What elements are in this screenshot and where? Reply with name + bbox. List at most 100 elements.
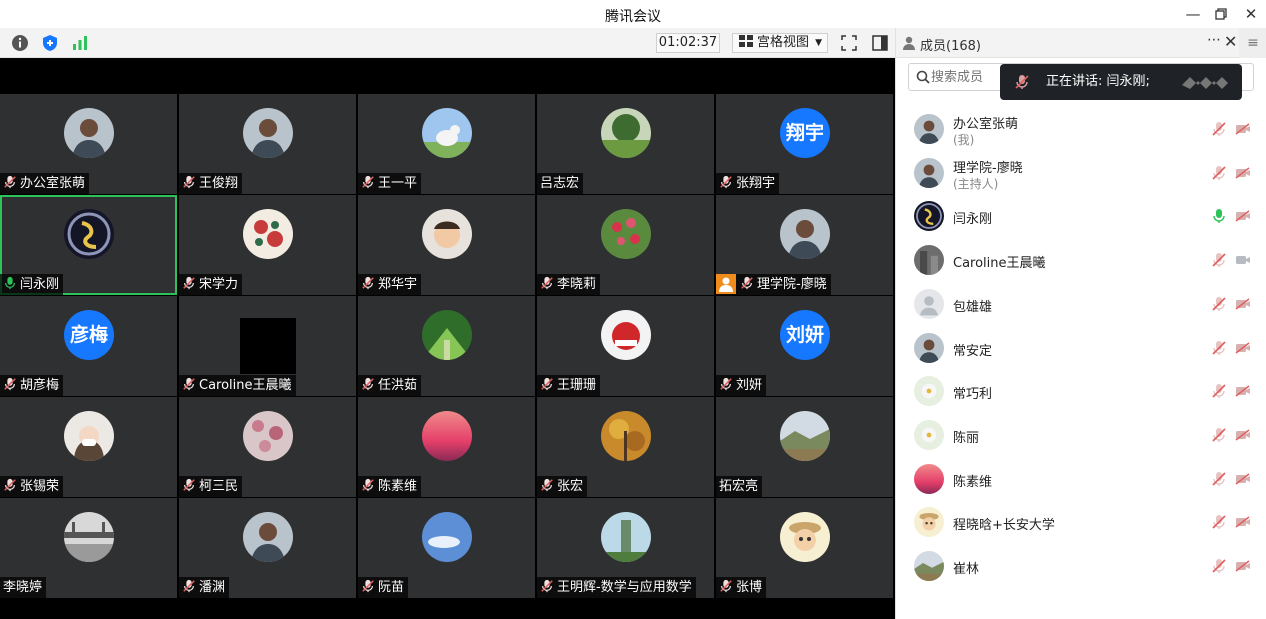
muted-mic-icon[interactable] (1211, 558, 1227, 574)
camera-off-icon[interactable] (1235, 210, 1251, 222)
participant-name-tag: 王明辉-数学与应用数学 (537, 577, 696, 598)
mic-on-icon[interactable] (1211, 208, 1227, 224)
camera-off-icon[interactable] (1235, 385, 1251, 397)
participant-tile[interactable]: 阮苗 (358, 498, 535, 598)
member-avatar (914, 201, 944, 232)
member-row[interactable]: 陈素维 (896, 457, 1266, 501)
mic-on-icon (3, 276, 17, 290)
participant-tile[interactable]: 彦梅 胡彦梅 (0, 296, 177, 396)
camera-icon[interactable] (1235, 254, 1251, 266)
info-icon[interactable] (11, 34, 29, 52)
muted-mic-icon[interactable] (1211, 121, 1227, 137)
muted-mic-icon[interactable] (1211, 471, 1227, 487)
avatar (601, 411, 651, 461)
participant-name: 胡彦梅 (20, 378, 60, 393)
participant-tile[interactable]: 理学院-廖晓 (716, 195, 893, 295)
participant-name-tag: 李晓婷 (0, 577, 47, 598)
grid-view-icon (739, 35, 753, 47)
participant-tile[interactable]: 李晓婷 (0, 498, 177, 598)
video-grid: ◀ ▶ 办公室张萌王俊翔王一平吕志宏翔宇张翔宇闫永刚宋学力郑华宇李晓莉理学院-廖… (0, 58, 895, 619)
member-row[interactable]: 常安定 (896, 326, 1266, 370)
fullscreen-icon[interactable] (840, 34, 858, 52)
participant-tile[interactable]: 郑华宇 (358, 195, 535, 295)
participant-tile[interactable]: 陈素维 (358, 397, 535, 497)
muted-mic-icon[interactable] (1211, 427, 1227, 443)
restore-icon[interactable] (1210, 4, 1232, 24)
member-row[interactable]: 常巧利 (896, 369, 1266, 413)
member-row[interactable]: 闫永刚 (896, 194, 1266, 238)
participant-tile[interactable]: 刘妍 刘妍 (716, 296, 893, 396)
participant-tile[interactable]: 张博 (716, 498, 893, 598)
avatar (243, 512, 293, 562)
participant-tile[interactable]: 任洪茹 (358, 296, 535, 396)
participant-name-tag: 胡彦梅 (0, 375, 64, 396)
member-name: 办公室张萌 (953, 117, 1019, 132)
participant-tile[interactable]: 办公室张萌 (0, 94, 177, 194)
participant-name-tag: 闫永刚 (0, 274, 64, 295)
participant-tile[interactable]: Caroline王晨曦 (179, 296, 356, 396)
camera-off-icon[interactable] (1235, 560, 1251, 572)
camera-off-icon[interactable] (1235, 341, 1251, 354)
participant-name-tag: 张翔宇 (716, 173, 780, 194)
muted-mic-icon (182, 478, 196, 492)
camera-off-icon[interactable] (1235, 298, 1251, 310)
minimize-icon[interactable]: — (1182, 4, 1204, 24)
muted-mic-icon (540, 377, 554, 391)
member-row[interactable]: 陈丽 (896, 413, 1266, 457)
camera-off-icon[interactable] (1235, 516, 1251, 528)
muted-mic-icon (540, 276, 554, 290)
muted-mic-icon (182, 579, 196, 593)
muted-mic-icon[interactable] (1211, 514, 1227, 530)
participant-tile[interactable]: 张宏 (537, 397, 714, 497)
participant-tile[interactable]: 柯三民 (179, 397, 356, 497)
camera-off-icon[interactable] (1235, 167, 1251, 179)
member-name: 陈丽 (953, 430, 980, 446)
camera-off-icon[interactable] (1235, 123, 1251, 135)
participant-tile[interactable]: 张锡荣 (0, 397, 177, 497)
camera-off-icon[interactable] (1235, 429, 1251, 441)
participant-tile[interactable]: 李晓莉 (537, 195, 714, 295)
member-row[interactable]: 包雄雄 (896, 282, 1266, 326)
member-avatar (914, 419, 944, 450)
participant-tile[interactable]: 拓宏亮 (716, 397, 893, 497)
participant-tile[interactable]: 王一平 (358, 94, 535, 194)
participant-name: 李晓婷 (3, 580, 43, 595)
member-avatar (914, 507, 944, 538)
member-row[interactable]: 崔林 (896, 544, 1266, 588)
member-row[interactable]: Caroline王晨曦 (896, 238, 1266, 282)
signal-icon[interactable] (71, 34, 89, 52)
camera-off-icon[interactable] (1235, 472, 1251, 485)
view-mode-label: 宫格视图 (757, 35, 810, 50)
participant-tile[interactable]: 王珊珊 (537, 296, 714, 396)
participant-tile[interactable]: 王俊翔 (179, 94, 356, 194)
avatar (422, 512, 472, 562)
close-icon[interactable]: ✕ (1240, 4, 1262, 24)
participant-tile[interactable]: 翔宇 张翔宇 (716, 94, 893, 194)
member-row[interactable]: 办公室张萌 (我) (896, 107, 1266, 151)
participant-tile[interactable]: 王明辉-数学与应用数学 (537, 498, 714, 598)
muted-mic-icon[interactable] (1211, 296, 1227, 312)
muted-mic-icon[interactable] (1211, 165, 1227, 181)
search-input[interactable] (931, 68, 1011, 86)
muted-mic-icon (3, 377, 17, 391)
meeting-timer: 01:02:37 (656, 33, 720, 53)
muted-mic-icon[interactable] (1211, 340, 1227, 356)
view-mode-dropdown[interactable]: 宫格视图 ▼ (732, 33, 828, 53)
muted-mic-icon[interactable] (1211, 383, 1227, 399)
shield-icon[interactable] (41, 34, 59, 52)
sidebar-toggle-icon[interactable] (871, 34, 889, 52)
participant-name-tag: 办公室张萌 (0, 173, 90, 194)
participant-tile[interactable]: 闫永刚 (0, 195, 177, 295)
member-row[interactable]: 理学院-廖晓 (主持人) (896, 151, 1266, 195)
muted-mic-icon[interactable] (1211, 252, 1227, 268)
more-options-icon[interactable]: ⋯ (1207, 32, 1222, 48)
participant-tile[interactable]: 潘渊 (179, 498, 356, 598)
participant-tile[interactable]: 吕志宏 (537, 94, 714, 194)
participant-tile[interactable]: 宋学力 (179, 195, 356, 295)
menu-icon[interactable]: ≡ (1239, 28, 1266, 58)
member-row[interactable]: 程晓晗+长安大学 (896, 500, 1266, 544)
avatar (780, 411, 830, 461)
close-panel-icon[interactable]: ✕ (1224, 32, 1237, 51)
participant-name: 柯三民 (199, 479, 239, 494)
participant-name-tag: 王珊珊 (537, 375, 601, 396)
